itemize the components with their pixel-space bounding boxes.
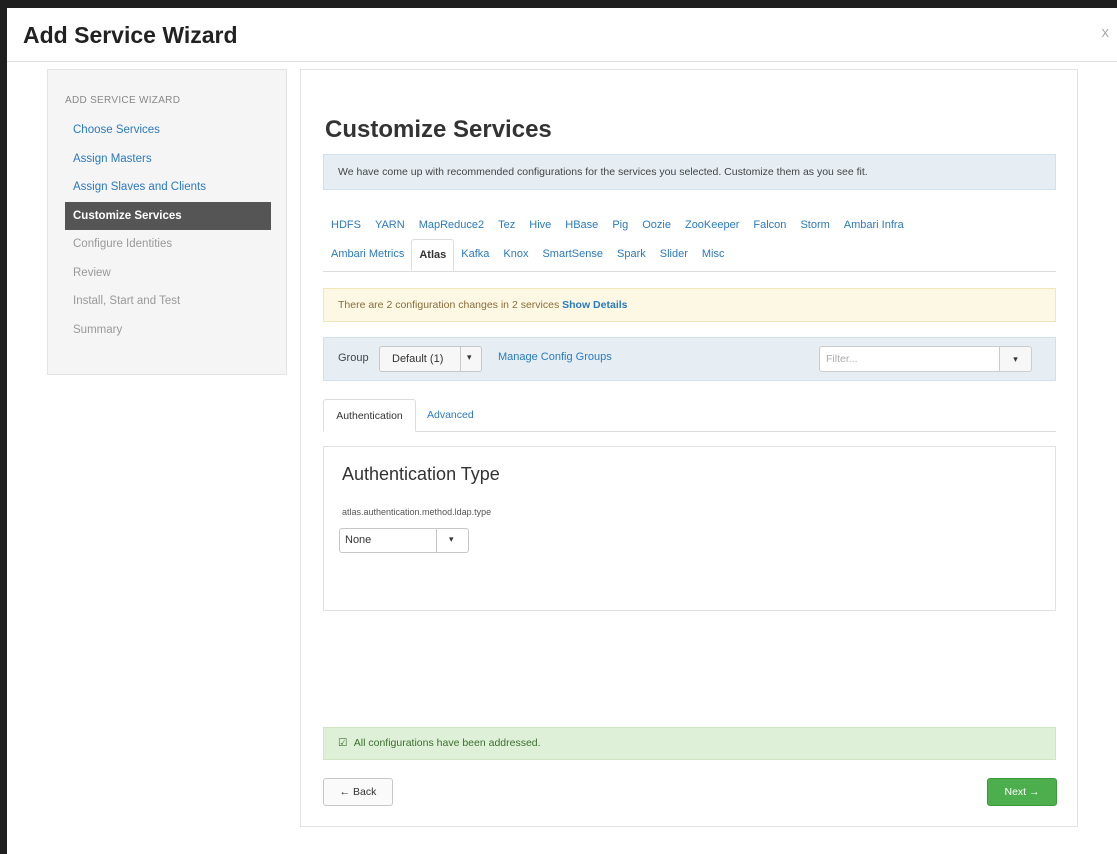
config-changes-alert: There are 2 configuration changes in 2 s… xyxy=(323,288,1056,322)
config-changes-text: There are 2 configuration changes in 2 s… xyxy=(338,299,560,311)
filter-input[interactable] xyxy=(819,346,1000,372)
authentication-type-dropdown[interactable]: None ▾ xyxy=(339,528,469,553)
tab-hdfs[interactable]: HDFS xyxy=(323,210,368,240)
wizard-steps-sidebar: ADD SERVICE WIZARD Choose Services Assig… xyxy=(47,69,287,375)
caret-down-icon: ▾ xyxy=(1013,354,1018,364)
config-sub-tabs: Authentication Advanced xyxy=(323,399,1056,432)
modal-title: Add Service Wizard xyxy=(23,22,238,48)
recommendation-info-alert: We have come up with recommended configu… xyxy=(323,154,1056,190)
tab-tez[interactable]: Tez xyxy=(491,210,522,240)
dropdown-separator xyxy=(436,529,437,552)
tab-smartsense[interactable]: SmartSense xyxy=(535,239,610,269)
window-left-border xyxy=(0,8,7,854)
tab-kafka[interactable]: Kafka xyxy=(454,239,496,269)
tab-ambari-metrics[interactable]: Ambari Metrics xyxy=(323,239,411,269)
step-summary: Summary xyxy=(73,323,123,336)
tab-hive[interactable]: Hive xyxy=(522,210,558,240)
tab-misc[interactable]: Misc xyxy=(695,239,732,269)
service-tabs-row-1: HDFS YARN MapReduce2 Tez Hive HBase Pig … xyxy=(323,210,911,240)
step-configure-identities: Configure Identities xyxy=(73,238,173,250)
service-tabs: HDFS YARN MapReduce2 Tez Hive HBase Pig … xyxy=(323,208,1056,272)
tab-mapreduce2[interactable]: MapReduce2 xyxy=(412,210,491,240)
step-assign-slaves-clients[interactable]: Assign Slaves and Clients xyxy=(65,173,271,202)
step-assign-masters[interactable]: Assign Masters xyxy=(65,145,271,174)
sidebar-heading: ADD SERVICE WIZARD xyxy=(65,95,181,106)
filter-dropdown-button[interactable]: ▾ xyxy=(999,346,1032,372)
close-icon[interactable]: x xyxy=(1102,24,1110,41)
config-group-bar: Group Default (1) ▾ Manage Config Groups… xyxy=(323,337,1056,381)
tab-storm[interactable]: Storm xyxy=(793,210,836,240)
service-tabs-row-2: Ambari Metrics Atlas Kafka Knox SmartSen… xyxy=(323,239,732,271)
page-title: Customize Services xyxy=(325,116,552,143)
wizard-steps-list: Choose Services Assign Masters Assign Sl… xyxy=(65,116,271,344)
caret-down-icon: ▾ xyxy=(449,534,454,544)
tab-oozie[interactable]: Oozie xyxy=(635,210,678,240)
checkbox-check-icon: ☑ xyxy=(338,737,348,749)
step-install-start-test: Install, Start and Test xyxy=(73,295,181,307)
all-configs-addressed-alert: ☑ All configurations have been addressed… xyxy=(323,727,1056,760)
tab-yarn[interactable]: YARN xyxy=(368,210,412,240)
config-group-dropdown[interactable]: Default (1) ▾ xyxy=(379,346,482,372)
show-details-link[interactable]: Show Details xyxy=(562,299,627,311)
tab-pig[interactable]: Pig xyxy=(605,210,635,240)
step-review: Review xyxy=(73,266,111,279)
all-configs-addressed-text: All configurations have been addressed. xyxy=(353,737,541,749)
tab-hbase[interactable]: HBase xyxy=(558,210,605,240)
step-customize-services[interactable]: Customize Services xyxy=(65,201,271,230)
group-label: Group xyxy=(338,352,369,364)
add-service-wizard-modal: Add Service Wizard x ADD SERVICE WIZARD … xyxy=(7,8,1117,854)
back-button[interactable]: ← Back xyxy=(323,778,393,806)
next-button[interactable]: Next → xyxy=(987,778,1057,806)
tab-authentication[interactable]: Authentication xyxy=(323,399,416,432)
main-content-panel: Customize Services We have come up with … xyxy=(300,69,1078,827)
authentication-type-panel: Authentication Type atlas.authentication… xyxy=(323,446,1056,611)
tab-advanced[interactable]: Advanced xyxy=(427,399,474,432)
modal-header: Add Service Wizard x xyxy=(7,8,1117,62)
tab-knox[interactable]: Knox xyxy=(496,239,535,269)
dropdown-separator xyxy=(460,347,461,371)
authentication-type-value: None xyxy=(345,534,372,546)
config-group-value: Default (1) xyxy=(392,353,444,365)
tab-atlas[interactable]: Atlas xyxy=(411,239,455,271)
tab-zookeeper[interactable]: ZooKeeper xyxy=(678,210,746,240)
authentication-type-heading: Authentication Type xyxy=(342,464,500,484)
caret-down-icon: ▾ xyxy=(467,352,472,362)
tab-ambari-infra[interactable]: Ambari Infra xyxy=(837,210,911,240)
tab-spark[interactable]: Spark xyxy=(610,239,653,269)
tab-falcon[interactable]: Falcon xyxy=(746,210,793,240)
tab-slider[interactable]: Slider xyxy=(653,239,695,269)
window-top-border xyxy=(0,0,1117,8)
step-choose-services[interactable]: Choose Services xyxy=(65,116,271,145)
property-name-label: atlas.authentication.method.ldap.type xyxy=(342,507,492,517)
manage-config-groups-link[interactable]: Manage Config Groups xyxy=(498,351,612,363)
